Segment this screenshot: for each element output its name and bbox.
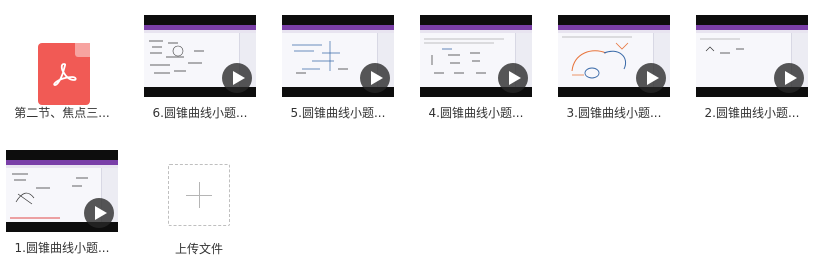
play-icon	[774, 63, 804, 93]
file-item-video-1[interactable]: 1.圆锥曲线小题...	[6, 150, 126, 268]
file-item-video-4[interactable]: 4.圆锥曲线小题...	[420, 15, 540, 133]
file-name: 4.圆锥曲线小题...	[428, 106, 524, 120]
play-icon	[360, 63, 390, 93]
file-name: 第二节、焦点三...	[14, 106, 110, 120]
file-item-video-3[interactable]: 3.圆锥曲线小题...	[558, 15, 678, 133]
video-thumbnail	[6, 150, 118, 232]
file-name: 2.圆锥曲线小题...	[704, 106, 800, 120]
video-thumbnail	[696, 15, 808, 97]
file-item-video-5[interactable]: 5.圆锥曲线小题...	[282, 15, 402, 133]
file-item-video-6[interactable]: 6.圆锥曲线小题...	[144, 15, 264, 133]
play-icon	[498, 63, 528, 93]
file-name: 6.圆锥曲线小题...	[152, 106, 248, 120]
play-icon	[636, 63, 666, 93]
file-item-pdf[interactable]: 第二节、焦点三...	[2, 15, 122, 133]
file-name: 5.圆锥曲线小题...	[290, 106, 386, 120]
play-icon	[222, 63, 252, 93]
play-icon	[84, 198, 114, 228]
video-thumbnail	[144, 15, 256, 97]
file-name: 3.圆锥曲线小题...	[566, 106, 662, 120]
video-thumbnail	[282, 15, 394, 97]
video-thumbnail	[558, 15, 670, 97]
file-item-video-2[interactable]: 2.圆锥曲线小题...	[696, 15, 816, 133]
file-name: 1.圆锥曲线小题...	[14, 241, 110, 255]
upload-file-button[interactable]	[168, 164, 230, 226]
video-thumbnail	[420, 15, 532, 97]
upload-file-label: 上传文件	[174, 242, 223, 256]
upload-file-item[interactable]: 上传文件	[136, 149, 256, 267]
